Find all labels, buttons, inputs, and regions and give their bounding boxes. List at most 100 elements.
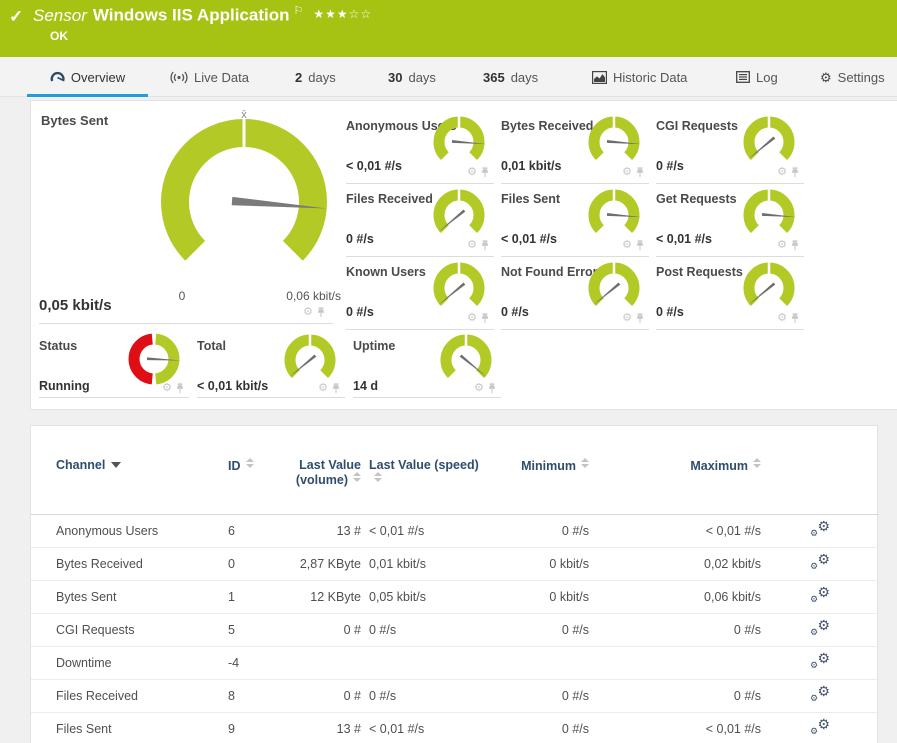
column-header-channel[interactable]: Channel (31, 426, 216, 515)
column-header-id[interactable]: ID (216, 426, 276, 515)
table-row-bytes-sent: Bytes Sent 1 12 KByte 0,05 kbit/s 0 kbit/s 0,… (31, 579, 879, 613)
channel-name[interactable]: Files Sent (31, 711, 216, 743)
column-header-last-value-volume[interactable]: Last Value (volume) (276, 426, 361, 515)
gear-icon[interactable]: ⚙ (467, 313, 477, 324)
gauge-dial (433, 262, 485, 307)
status-gauge-dial (128, 333, 181, 385)
tab-30-days[interactable]: 30 days (388, 57, 436, 97)
minimum-value: 0 #/s (491, 513, 589, 547)
column-header-last-value-speed[interactable]: Last Value (speed) (361, 426, 491, 515)
sensor-header: ✓ Sensor Windows IIS Application ⚐ ★★★☆☆ OK (0, 0, 897, 57)
table-row-anonymous-users: Anonymous Users 6 13 # < 0,01 #/s 0 #/s < 0,0… (31, 513, 879, 547)
gauge-actions: ⚙ (777, 167, 800, 178)
sensor-kind-label: Sensor (33, 5, 87, 25)
gauge-cell-total: Total < 0,01 kbit/s ⚙ (197, 331, 345, 398)
column-label: Channel (56, 458, 106, 472)
gauge-dial (588, 262, 640, 307)
page-title: Windows IIS Application (92, 5, 290, 25)
gauge-dial (440, 334, 492, 379)
last-value-speed (361, 645, 491, 679)
tab-2-days[interactable]: 2 days (295, 57, 336, 97)
tab-label: Log (756, 69, 778, 85)
pin-icon[interactable] (635, 240, 645, 251)
flag-icon[interactable]: ⚐ (293, 5, 303, 17)
pin-icon[interactable] (635, 167, 645, 178)
pin-icon[interactable] (790, 240, 800, 251)
tab-365-days[interactable]: 365 days (483, 57, 538, 97)
pin-icon[interactable] (635, 313, 645, 324)
primary-gauge-dial: x̄ (149, 109, 339, 292)
minimum-value: 0 #/s (491, 711, 589, 743)
maximum-value (589, 645, 761, 679)
log-icon (736, 71, 750, 83)
tab-label: Live Data (194, 69, 249, 85)
gear-icon[interactable]: ⚙ (162, 383, 172, 394)
gauges-panel: Bytes Sent x̄ 0 0,06 kbit/s 0,05 kbit/s … (30, 100, 897, 410)
last-value-volume: 13 # (276, 711, 361, 743)
table-row-downtime: Downtime -4 ⚙ ⚙ (31, 645, 879, 679)
channel-settings-gears-icon[interactable]: ⚙ ⚙ (810, 650, 830, 670)
gauge-label: Files Sent (501, 192, 561, 206)
gear-icon[interactable]: ⚙ (622, 240, 632, 251)
channel-name[interactable]: Downtime (31, 645, 216, 679)
tab-label: days (510, 69, 539, 85)
last-value-volume: 12 KByte (276, 579, 361, 613)
column-header-minimum[interactable]: Minimum (491, 426, 589, 515)
tab-bar: Overview Live Data 2 days 30 days 365 days Histo… (0, 57, 897, 97)
gauge-cell-status: Status Running ⚙ (39, 331, 189, 398)
sort-icon (353, 472, 361, 482)
tab-settings[interactable]: ⚙ Settings (820, 57, 885, 97)
channel-settings-gears-icon[interactable]: ⚙ ⚙ (810, 683, 830, 703)
priority-stars[interactable]: ★★★☆☆ (313, 7, 372, 21)
channel-settings-gears-icon[interactable]: ⚙ ⚙ (810, 518, 830, 538)
gear-icon[interactable]: ⚙ (777, 313, 787, 324)
pin-icon[interactable] (480, 313, 490, 324)
sensor-title-line: Sensor Windows IIS Application ⚐ ★★★☆☆ (33, 4, 372, 26)
gauge-cell-get-requests: Get Requests < 0,01 #/s ⚙ (656, 184, 804, 257)
pin-icon[interactable] (316, 307, 326, 318)
channel-id: 8 (216, 678, 276, 712)
tab-live-data[interactable]: Live Data (170, 57, 249, 97)
channel-settings-gears-icon[interactable]: ⚙ ⚙ (810, 716, 830, 736)
sort-icon (374, 472, 382, 482)
channel-settings-gears-icon[interactable]: ⚙ ⚙ (810, 617, 830, 637)
gear-icon[interactable]: ⚙ (467, 167, 477, 178)
tab-log[interactable]: Log (736, 57, 778, 97)
pin-icon[interactable] (480, 167, 490, 178)
pin-icon[interactable] (175, 383, 185, 394)
sort-icon (753, 458, 761, 468)
gear-icon[interactable]: ⚙ (467, 240, 477, 251)
gauge-label: Total (197, 339, 226, 353)
pin-icon[interactable] (790, 167, 800, 178)
gear-icon[interactable]: ⚙ (474, 383, 484, 394)
pin-icon[interactable] (790, 313, 800, 324)
gear-icon[interactable]: ⚙ (622, 313, 632, 324)
pin-icon[interactable] (487, 383, 497, 394)
last-value-speed: 0 #/s (361, 612, 491, 646)
gear-icon[interactable]: ⚙ (622, 167, 632, 178)
gear-icon[interactable]: ⚙ (777, 240, 787, 251)
gauge-dial (433, 189, 485, 234)
table-row-files-sent: Files Sent 9 13 # < 0,01 #/s 0 #/s < 0,01 #/s… (31, 711, 879, 743)
channel-settings-gears-icon[interactable]: ⚙ ⚙ (810, 551, 830, 571)
gauge-cell-uptime: Uptime 14 d ⚙ (353, 331, 501, 398)
channel-name[interactable]: Bytes Received (31, 546, 216, 580)
gear-icon[interactable]: ⚙ (318, 383, 328, 394)
gauge-cell-bytes-received: Bytes Received 0,01 kbit/s ⚙ (501, 111, 649, 184)
channel-name[interactable]: Anonymous Users (31, 513, 216, 547)
gear-icon[interactable]: ⚙ (303, 307, 313, 318)
table-row-bytes-received: Bytes Received 0 2,87 KByte 0,01 kbit/s 0 kb… (31, 546, 879, 580)
channel-name[interactable]: Bytes Sent (31, 579, 216, 613)
column-header-maximum[interactable]: Maximum (589, 426, 761, 515)
tab-historic-data[interactable]: Historic Data (592, 57, 687, 97)
tab-overview[interactable]: Overview (27, 57, 148, 97)
channel-settings-gears-icon[interactable]: ⚙ ⚙ (810, 584, 830, 604)
minimum-value: 0 #/s (491, 678, 589, 712)
pin-icon[interactable] (480, 240, 490, 251)
gauge-cell-cgi-requests: CGI Requests 0 #/s ⚙ (656, 111, 804, 184)
channel-name[interactable]: CGI Requests (31, 612, 216, 646)
channel-name[interactable]: Files Received (31, 678, 216, 712)
gauge-label: Get Requests (656, 192, 737, 206)
gear-icon[interactable]: ⚙ (777, 167, 787, 178)
pin-icon[interactable] (331, 383, 341, 394)
